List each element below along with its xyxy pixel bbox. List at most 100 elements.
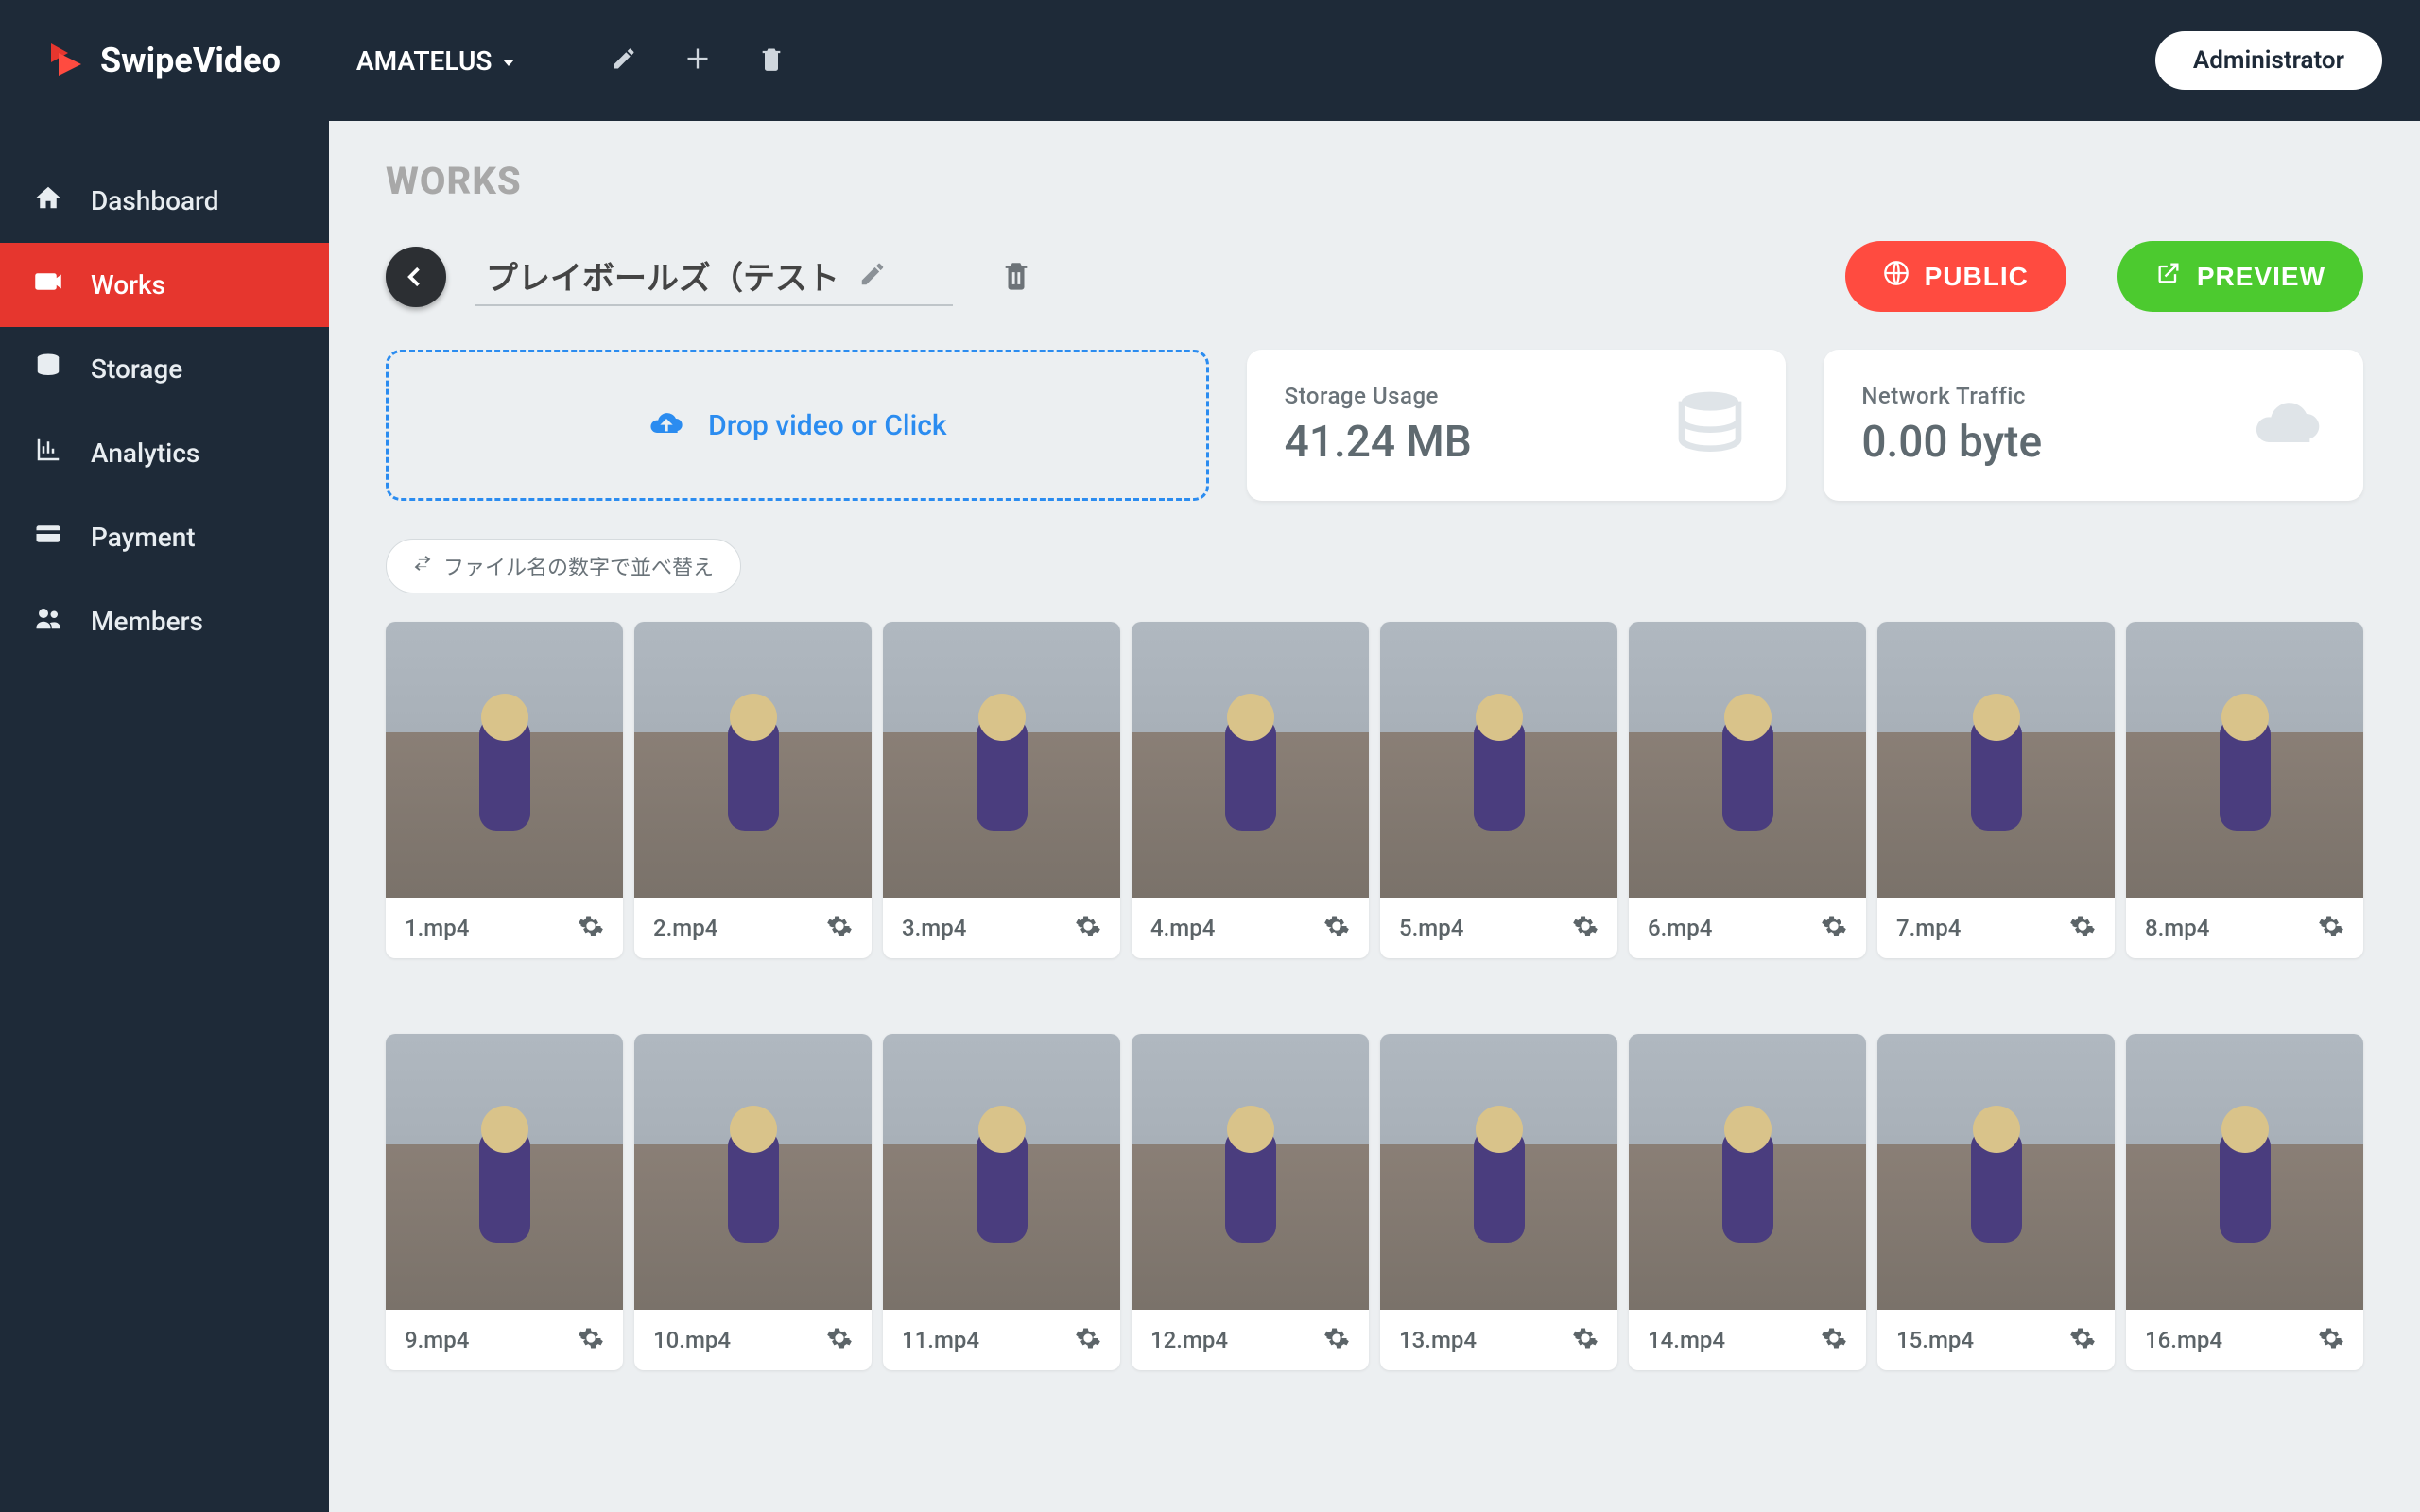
- video-card[interactable]: 5.mp4: [1380, 622, 1617, 958]
- storage-value: 41.24 MB: [1285, 417, 1472, 468]
- network-label: Network Traffic: [1861, 383, 2042, 409]
- video-filename: 13.mp4: [1399, 1327, 1477, 1353]
- sidebar-item-analytics[interactable]: Analytics: [0, 411, 329, 495]
- back-button[interactable]: [386, 247, 446, 307]
- cloud-upload-icon: [648, 404, 685, 446]
- storage-card: Storage Usage 41.24 MB: [1247, 350, 1787, 501]
- video-card[interactable]: 6.mp4: [1629, 622, 1866, 958]
- network-value: 0.00 byte: [1861, 417, 2042, 468]
- sort-button[interactable]: ファイル名の数字で並べ替え: [386, 539, 741, 593]
- sidebar-item-storage[interactable]: Storage: [0, 327, 329, 411]
- video-thumbnail: [634, 622, 872, 898]
- sidebar-item-label: Members: [91, 606, 203, 637]
- plus-icon[interactable]: [684, 45, 711, 76]
- delete-work-button[interactable]: [981, 259, 1032, 295]
- database-icon: [1672, 386, 1748, 465]
- work-title-text: プレイボールズ（テスト: [486, 252, 839, 299]
- video-thumbnail: [1629, 1034, 1866, 1310]
- upload-dropzone[interactable]: Drop video or Click: [386, 350, 1209, 501]
- gear-icon[interactable]: [578, 1325, 604, 1355]
- video-thumbnail: [2126, 622, 2363, 898]
- org-name: AMATELUS: [356, 45, 493, 77]
- video-thumbnail: [883, 622, 1120, 898]
- video-card[interactable]: 14.mp4: [1629, 1034, 1866, 1370]
- pencil-icon[interactable]: [858, 260, 887, 292]
- gear-icon[interactable]: [1572, 913, 1599, 943]
- video-card[interactable]: 13.mp4: [1380, 1034, 1617, 1370]
- network-card: Network Traffic 0.00 byte: [1824, 350, 2363, 501]
- external-link-icon: [2155, 260, 2182, 293]
- app-header: SwipeVideo AMATELUS Administrator: [0, 0, 2420, 121]
- video-card[interactable]: 9.mp4: [386, 1034, 623, 1370]
- cloud-download-icon: [2250, 386, 2325, 465]
- trash-icon[interactable]: [758, 45, 785, 76]
- video-thumbnail: [1380, 1034, 1617, 1310]
- sidebar-item-label: Works: [91, 269, 165, 301]
- video-thumbnail: [883, 1034, 1120, 1310]
- brand-logo: SwipeVideo: [47, 40, 281, 81]
- gear-icon[interactable]: [1323, 1325, 1350, 1355]
- video-thumbnail: [386, 622, 623, 898]
- people-icon: [34, 604, 62, 639]
- video-card[interactable]: 16.mp4: [2126, 1034, 2363, 1370]
- video-thumbnail: [1877, 622, 2115, 898]
- sidebar-item-label: Analytics: [91, 438, 199, 469]
- video-card[interactable]: 10.mp4: [634, 1034, 872, 1370]
- video-thumbnail: [386, 1034, 623, 1310]
- sidebar-item-dashboard[interactable]: Dashboard: [0, 159, 329, 243]
- gear-icon[interactable]: [1572, 1325, 1599, 1355]
- edit-icon[interactable]: [611, 45, 637, 76]
- video-filename: 14.mp4: [1648, 1327, 1725, 1353]
- video-filename: 5.mp4: [1399, 915, 1463, 941]
- sidebar-item-label: Dashboard: [91, 185, 218, 216]
- video-thumbnail: [2126, 1034, 2363, 1310]
- sidebar-item-works[interactable]: Works: [0, 243, 329, 327]
- dropzone-text: Drop video or Click: [708, 409, 946, 442]
- preview-button[interactable]: PREVIEW: [2118, 241, 2363, 312]
- public-button[interactable]: PUBLIC: [1845, 241, 2066, 312]
- gear-icon[interactable]: [1821, 1325, 1847, 1355]
- gear-icon[interactable]: [2318, 913, 2344, 943]
- video-thumbnail: [1380, 622, 1617, 898]
- video-card[interactable]: 1.mp4: [386, 622, 623, 958]
- video-filename: 11.mp4: [902, 1327, 979, 1353]
- gear-icon[interactable]: [1075, 913, 1101, 943]
- org-dropdown[interactable]: AMATELUS: [356, 45, 517, 77]
- gear-icon[interactable]: [826, 913, 853, 943]
- sidebar-item-members[interactable]: Members: [0, 579, 329, 663]
- sidebar-item-label: Payment: [91, 522, 196, 553]
- video-card[interactable]: 11.mp4: [883, 1034, 1120, 1370]
- video-card[interactable]: 12.mp4: [1132, 1034, 1369, 1370]
- video-thumbnail: [1877, 1034, 2115, 1310]
- sidebar-item-payment[interactable]: Payment: [0, 495, 329, 579]
- video-card[interactable]: 7.mp4: [1877, 622, 2115, 958]
- gear-icon[interactable]: [2069, 913, 2096, 943]
- sidebar-item-label: Storage: [91, 353, 182, 385]
- video-card[interactable]: 8.mp4: [2126, 622, 2363, 958]
- home-icon: [34, 183, 62, 218]
- storage-label: Storage Usage: [1285, 383, 1472, 409]
- gear-icon[interactable]: [578, 913, 604, 943]
- video-thumbnail: [1132, 1034, 1369, 1310]
- video-thumbnail: [1132, 622, 1369, 898]
- swap-icon: [413, 554, 432, 578]
- gear-icon[interactable]: [1821, 913, 1847, 943]
- video-grid-row1: 1.mp4 2.mp4 3.mp4 4.mp4 5.mp4 6.mp4 7.mp…: [386, 622, 2363, 958]
- video-thumbnail: [1629, 622, 1866, 898]
- gear-icon[interactable]: [1075, 1325, 1101, 1355]
- gear-icon[interactable]: [2069, 1325, 2096, 1355]
- video-card[interactable]: 4.mp4: [1132, 622, 1369, 958]
- video-card[interactable]: 3.mp4: [883, 622, 1120, 958]
- video-card[interactable]: 15.mp4: [1877, 1034, 2115, 1370]
- caret-down-icon: [501, 45, 516, 77]
- page-title: WORKS: [386, 159, 2363, 203]
- gear-icon[interactable]: [826, 1325, 853, 1355]
- video-card[interactable]: 2.mp4: [634, 622, 872, 958]
- work-title-input[interactable]: プレイボールズ（テスト: [475, 247, 953, 306]
- sidebar: Dashboard Works Storage Analytics Paymen…: [0, 121, 329, 1512]
- video-thumbnail: [634, 1034, 872, 1310]
- gear-icon[interactable]: [2318, 1325, 2344, 1355]
- admin-badge[interactable]: Administrator: [2155, 31, 2382, 90]
- video-filename: 12.mp4: [1150, 1327, 1228, 1353]
- gear-icon[interactable]: [1323, 913, 1350, 943]
